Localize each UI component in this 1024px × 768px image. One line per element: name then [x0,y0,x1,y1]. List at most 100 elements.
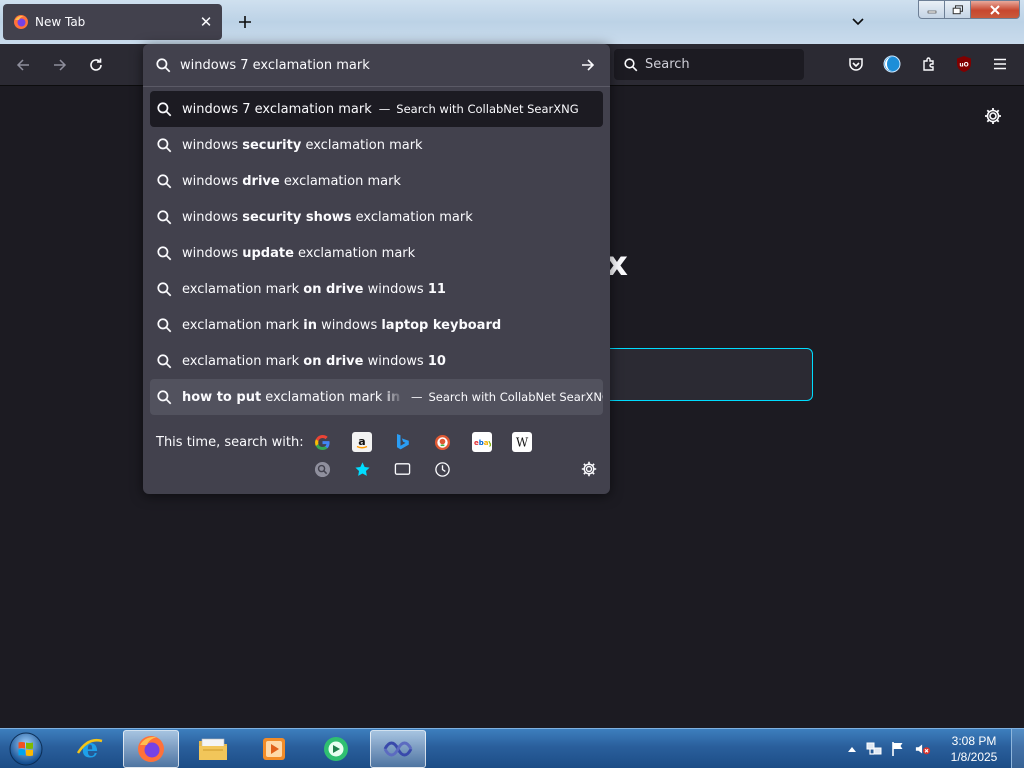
clock-time: 3:08 PM [951,734,997,748]
forward-arrow-icon [54,59,67,71]
arrow-right-icon [582,59,595,71]
action-separator: — [411,390,423,404]
plus-icon [239,16,251,28]
taskbar-messenger[interactable] [308,730,364,768]
file-explorer-icon [199,738,227,760]
svg-text:uO: uO [959,62,968,69]
search-icon [156,353,172,369]
chevron-down-icon [852,18,864,26]
urlbar-input[interactable]: windows 7 exclamation mark [143,44,610,86]
taskbar-firefox[interactable] [123,730,179,768]
suggestion-highlight: on drive [303,281,364,297]
show-desktop-button[interactable] [1011,729,1024,768]
suggestion-fragment: exclamation mark [279,173,401,189]
search-icon [156,281,172,297]
forward-button[interactable] [49,54,71,76]
go-button[interactable] [578,55,598,75]
suggestion-highlight: security shows [242,209,352,225]
action-label: Search with CollabNet SearXNG [428,390,604,404]
minimize-button[interactable] [918,0,945,19]
urlbar-value: windows 7 exclamation mark [180,57,370,73]
back-button[interactable] [12,54,34,76]
suggestion-row[interactable]: how to put exclamation mark in computer —… [150,379,603,415]
suggestion-highlight: security [242,137,302,153]
tab-new-tab[interactable]: New Tab ✕ [3,4,222,40]
search-icon [156,209,172,225]
suggestion-row[interactable]: windows update exclamation mark [150,235,603,271]
suggestion-fragment: windows [182,245,243,261]
network-tray-button[interactable] [866,741,882,757]
extensions-button[interactable] [919,54,939,74]
messenger-icon [324,737,348,761]
ublock-origin-button[interactable]: uO [954,54,974,74]
app-menu-button[interactable] [990,54,1010,74]
taskbar-media-player[interactable] [246,730,302,768]
network-app-icon [383,741,413,757]
bookmarks-star-icon[interactable] [352,459,372,479]
windows-start-icon [9,732,43,766]
newtab-settings-button[interactable] [983,106,1003,126]
suggestion-fragment: exclamation mark [351,209,473,225]
pocket-button[interactable] [846,54,866,74]
action-center-tray-button[interactable] [890,741,906,757]
internet-explorer-icon: e [76,734,103,764]
google-icon[interactable] [312,432,332,452]
suggestion-fragment: windows [182,209,243,225]
duckduckgo-icon[interactable] [432,432,452,452]
suggestion-fragment: exclamation mark [261,389,387,405]
close-window-button[interactable] [971,0,1020,19]
volume-tray-button[interactable] [915,741,931,757]
suggestion-fragment: exclamation mark [182,353,304,369]
suggestion-fragment: windows [182,173,243,189]
ublock-icon: uO [957,56,971,72]
suggestion-row[interactable]: windows drive exclamation mark [150,163,603,199]
caret-up-icon [848,747,856,752]
toolbar-search-box[interactable]: Search [614,49,804,80]
taskbar-network-app[interactable] [370,730,426,768]
suggestion-row[interactable]: exclamation mark on drive windows 10 [150,343,603,379]
tab-title: New Tab [35,15,86,29]
taskbar-clock[interactable]: 3:08 PM 1/8/2025 [941,733,1007,765]
search-icon [624,57,638,71]
maximize-button[interactable] [945,0,971,19]
suggestion-row[interactable]: windows security shows exclamation mark [150,199,603,235]
search-icon [156,317,172,333]
bing-icon[interactable] [392,432,412,452]
minimize-icon [927,10,936,13]
oneoffs-label: This time, search with: [156,435,304,450]
suggestion-row[interactable]: windows 7 exclamation mark — Search with C… [150,91,603,127]
searxng-icon[interactable] [312,459,332,479]
network-icon [866,742,882,755]
suggestion-fragment: exclamation mark [301,137,423,153]
tabs-icon[interactable] [392,459,412,479]
urlbar-divider [143,86,610,87]
ebay-icon[interactable]: ebay [472,432,492,452]
list-all-tabs-button[interactable] [848,11,868,31]
suggestion-row[interactable]: exclamation mark in windows laptop keybo… [150,307,603,343]
search-icon [156,245,172,261]
wikipedia-icon[interactable]: W [512,432,532,452]
back-arrow-icon [16,59,29,71]
gear-icon [581,461,597,477]
start-button[interactable] [4,730,48,768]
tab-close-button[interactable]: ✕ [198,14,214,30]
hamburger-menu-icon [994,58,1006,70]
search-settings-button[interactable] [580,460,598,478]
suggestion-row[interactable]: exclamation mark on drive windows 11 [150,271,603,307]
suggestion-highlight: drive [242,173,280,189]
search-icon [156,101,172,117]
window-controls [918,0,1020,19]
urlbar-popup: windows 7 exclamation mark windows 7 exc… [143,44,610,494]
dark-reader-button[interactable] [882,54,902,74]
show-hidden-icons-button[interactable] [844,741,860,757]
suggestion-fragment: exclamation mark [182,317,304,333]
suggestion-text: windows update exclamation mark [182,246,415,261]
history-icon[interactable] [432,459,452,479]
taskbar-internet-explorer[interactable]: e [62,730,118,768]
taskbar-file-explorer[interactable] [185,730,241,768]
suggestion-row[interactable]: windows security exclamation mark [150,127,603,163]
new-tab-button[interactable] [234,11,256,33]
reload-button[interactable] [85,54,107,76]
puzzle-icon [923,57,934,71]
amazon-icon[interactable]: a [352,432,372,452]
